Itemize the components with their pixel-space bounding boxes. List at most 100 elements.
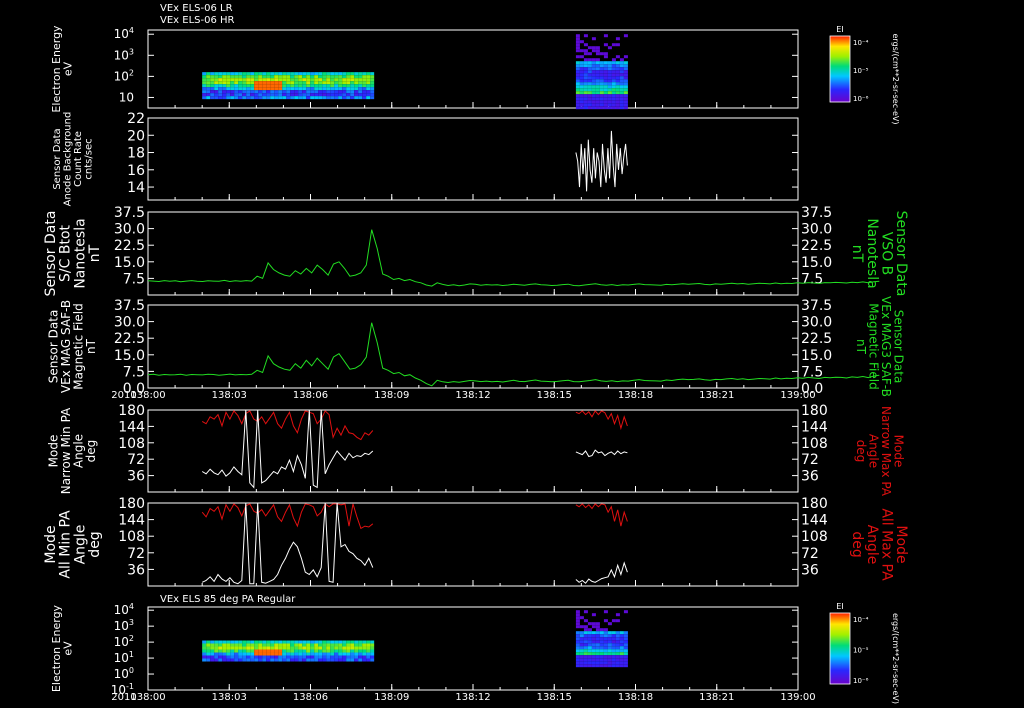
panel1-heat-cell [282, 87, 287, 91]
panel7-heat-cell [370, 649, 375, 653]
panel7-heat-cell [362, 640, 367, 644]
panel1-heat-cell [587, 64, 592, 68]
panel1-heat-cell [214, 75, 219, 79]
panel4-ytick-label-right: 22.5 [801, 331, 832, 347]
panel7-heat-cell [595, 622, 600, 626]
panel1-heat-cell [262, 93, 267, 97]
panel1-heat-cell [334, 84, 339, 88]
panel7-heat-cell [575, 631, 580, 635]
panel7-heat-cell [579, 655, 584, 659]
panel1-heat-cell [242, 78, 247, 82]
panel7-heat-cell [246, 649, 251, 653]
panel7-heat-cell [595, 631, 600, 635]
panel1-heat-cell [246, 87, 251, 91]
panel7-heat-cell [595, 655, 600, 659]
panel1-heat-cell [282, 72, 287, 76]
panel1-heat-cell [290, 72, 295, 76]
panel1-heat-cell [218, 84, 223, 88]
panel1-heat-cell [214, 87, 219, 91]
panel1-heat-cell [230, 93, 235, 97]
panel7-heat-cell [583, 643, 588, 647]
panel1-heat-cell [587, 52, 592, 56]
panel7-heat-cell [322, 658, 327, 662]
panel7-heat-cell [583, 652, 588, 656]
panel1-heat-cell [599, 94, 604, 98]
panel3-ylabel-right-line: nT [849, 245, 865, 263]
panel1-heat-cell [318, 93, 323, 97]
panel1-heat-cell [615, 61, 620, 65]
panel1-heat-cell [595, 58, 600, 62]
panel1-heat-cell [334, 72, 339, 76]
panel1-heat-cell [266, 81, 271, 85]
panel1-heat-cell [310, 72, 315, 76]
panel1-heat-cell [298, 96, 303, 100]
panel1-heat-cell [222, 78, 227, 82]
panel7-heat-cell [603, 646, 608, 650]
panel7-heat-cell [599, 631, 604, 635]
panel1-heat-cell [603, 61, 608, 65]
panel1-heat-cell [330, 96, 335, 100]
panel7-heat-cell [591, 652, 596, 656]
panel7-heat-cell [342, 658, 347, 662]
panel1-heat-cell [575, 79, 580, 83]
panel7-heat-cell [350, 643, 355, 647]
panel7-heat-cell [583, 625, 588, 629]
panel1-heat-cell [230, 90, 235, 94]
panel1-heat-cell [603, 82, 608, 86]
panel1-heat-cell [270, 84, 275, 88]
panel7-heat-cell [310, 652, 315, 656]
panel1-ytick-exp: 3 [129, 47, 134, 56]
panel1-heat-cell [318, 87, 323, 91]
panel7-heat-cell [234, 646, 239, 650]
panel1-heat-cell [314, 96, 319, 100]
panel1-heat-cell [591, 64, 596, 68]
panel7-ytick-exp: 0 [129, 666, 134, 675]
panel1-heat-cell [611, 100, 616, 104]
panel1-heat-cell [222, 96, 227, 100]
panel1-heat-cell [583, 106, 588, 110]
panel7-heat-cell [575, 640, 580, 644]
panel7-heat-cell [290, 655, 295, 659]
panel7-heat-cell [603, 652, 608, 656]
panel7-heat-cell [262, 652, 267, 656]
panel3-ytick-label-right: 37.5 [801, 205, 832, 221]
panel1-heat-cell [322, 93, 327, 97]
panel1-heat-cell [338, 81, 343, 85]
panel1-heat-cell [310, 93, 315, 97]
panel7-heat-cell [346, 646, 351, 650]
panel7-heat-cell [214, 658, 219, 662]
panel7-heat-cell [615, 643, 620, 647]
panel7-heat-cell [274, 640, 279, 644]
panel1-heat-cell [607, 67, 612, 71]
panel1-heat-cell [619, 58, 624, 62]
panel1-heat-cell [234, 78, 239, 82]
panel7-heat-cell [619, 631, 624, 635]
panel1-heat-cell [350, 84, 355, 88]
panel1-heat-cell [298, 81, 303, 85]
panel1-heat-cell [579, 49, 584, 53]
panel1-heat-cell [587, 100, 592, 104]
panel1-heat-cell [254, 81, 259, 85]
panel1-heat-cell [587, 103, 592, 107]
panel7-heat-cell [270, 643, 275, 647]
panel1-heat-cell [615, 91, 620, 95]
panel7-heat-cell [262, 640, 267, 644]
panel1-heat-cell [338, 75, 343, 79]
panel1-heat-cell [599, 88, 604, 92]
panel6-ylabel-line: Angle [72, 525, 88, 565]
panel1-heat-cell [294, 87, 299, 91]
panel7-heat-cell [603, 637, 608, 641]
panel5-ytick-label-right: 180 [801, 403, 828, 419]
panel7-heat-cell [226, 658, 231, 662]
panel1-heat-cell [270, 93, 275, 97]
panel7-heat-cell [286, 658, 291, 662]
panel1-heat-cell [579, 76, 584, 80]
panel7-heat-cell [246, 658, 251, 662]
panel7-heat-cell [274, 652, 279, 656]
panel1-heat-cell [362, 90, 367, 94]
panel1-heat-cell [226, 93, 231, 97]
panel1-heat-cell [274, 96, 279, 100]
panel1-heat-cell [611, 73, 616, 77]
panel7-heat-cell [587, 661, 592, 665]
panel1-heat-cell [218, 90, 223, 94]
